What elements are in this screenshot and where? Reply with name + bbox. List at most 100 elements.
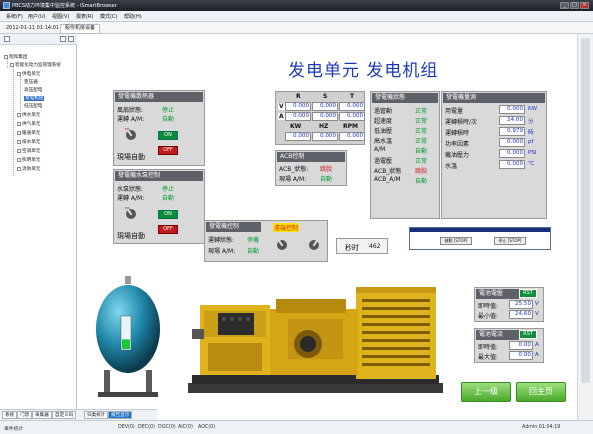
- radiator-header: 發電機散熱器: [115, 92, 203, 102]
- pump-off-button[interactable]: OFF: [158, 225, 178, 234]
- rotary-switch-icon[interactable]: MS: [124, 127, 138, 141]
- page-title: 发电单元 发电机组: [288, 61, 439, 81]
- tree-item[interactable]: 消防单元: [17, 166, 40, 172]
- status-value: 正常: [415, 128, 428, 135]
- tab-stats[interactable]: 归类统计: [84, 411, 109, 419]
- status-label: 過電壓: [374, 158, 393, 165]
- status-label: 高水溫: [374, 138, 393, 145]
- tree-item[interactable]: 暖通单元: [17, 130, 40, 136]
- pump-on-button[interactable]: ON: [158, 210, 178, 219]
- tree-search-icon[interactable]: [4, 36, 10, 42]
- generator-control-header: 發電機控制: [206, 222, 261, 232]
- tree-item[interactable]: 空调单元: [17, 148, 40, 154]
- rotary-switch-icon[interactable]: [275, 237, 289, 251]
- window-title: PBCS动力环境集中监控系统 - iSmartBrowser: [12, 3, 117, 9]
- menu-view[interactable]: 视图(V): [52, 13, 69, 20]
- meter-row-v: V: [278, 103, 285, 110]
- tree-item[interactable]: 昭和集团: [4, 54, 27, 60]
- menu-help[interactable]: 帮助(H): [124, 13, 142, 20]
- status-code: AOC(0): [198, 425, 216, 430]
- meter-value: 0.000: [339, 102, 365, 111]
- vertical-scrollbar[interactable]: [577, 34, 593, 420]
- scrollbar-thumb[interactable]: [581, 38, 590, 383]
- voltage-min-value: 24.60: [509, 310, 533, 319]
- start-button[interactable]: 啟動 [STOP]: [440, 237, 472, 245]
- current-now-value: 0.00: [509, 341, 533, 350]
- pump-site-label: 現場自動: [117, 232, 145, 240]
- tree-item[interactable]: 低压配电: [24, 103, 42, 109]
- measure-unit: PSI: [528, 150, 537, 156]
- fan-status-value: 停止: [162, 107, 175, 114]
- battery-voltage-reset-button[interactable]: RST: [519, 289, 537, 298]
- tree-item[interactable]: 供气单元: [17, 121, 40, 127]
- measure-value: 0.000: [499, 138, 525, 147]
- status-label: ACB_狀態: [374, 168, 402, 175]
- menu-report[interactable]: 报表(R): [76, 13, 93, 20]
- tab-report[interactable]: 报告显示: [108, 411, 133, 419]
- generator-status-panel: 發電機狀態 過管動 正常 超速度 正常 低油壓 正常 高水溫 正常 A/M 自動…: [370, 91, 440, 219]
- control-dialog: 啟動 [STOP] 停止 [STOP]: [409, 227, 551, 250]
- maximize-button[interactable]: □: [570, 2, 579, 9]
- current-now-label: 即時值:: [478, 344, 499, 351]
- gen-site-label: 現場 A/M:: [208, 248, 236, 255]
- pump-mode-value: 自動: [162, 195, 175, 202]
- tree-toolbar: [0, 34, 77, 45]
- tab-custom[interactable]: 自定义码: [52, 411, 77, 419]
- meter-value: 0.000: [285, 102, 311, 111]
- acb-site-value: 自動: [320, 176, 333, 183]
- radiator-mode-label: 運轉 A/M:: [117, 116, 145, 123]
- stop-button[interactable]: 停止 [STOP]: [494, 237, 526, 245]
- tab-system[interactable]: 系统: [2, 411, 18, 419]
- meter-value: 0.000: [312, 102, 338, 111]
- measure-label: 水溫: [445, 163, 458, 170]
- tab-door[interactable]: 门禁: [17, 411, 33, 419]
- tab-device-room[interactable]: 股份机房设备: [60, 24, 101, 34]
- voltage-current-value: 25.50: [509, 300, 533, 309]
- radiator-off-button[interactable]: OFF: [158, 146, 178, 155]
- tree-refresh-icon[interactable]: [68, 36, 74, 42]
- voltage-unit: V: [535, 301, 539, 307]
- dialog-titlebar: [410, 228, 550, 232]
- measure-value: 0.000: [499, 160, 525, 169]
- tree-item[interactable]: 供电单元: [17, 71, 40, 77]
- water-pump-header: 發電機水泵控制: [115, 171, 203, 181]
- tree-item[interactable]: 排水单元: [17, 139, 40, 145]
- home-button[interactable]: 回主页: [516, 382, 566, 402]
- status-code: DEV(0): [118, 425, 135, 430]
- tab-collector[interactable]: 采集器: [32, 411, 52, 419]
- menu-system[interactable]: 系统(F): [6, 13, 23, 20]
- battery-current-reset-button[interactable]: RST: [519, 330, 537, 339]
- meter-row-a: A: [278, 113, 285, 120]
- measure-label: 功率因素: [445, 141, 470, 148]
- tree-item[interactable]: 高压配电: [24, 87, 42, 93]
- voltage-unit: V: [535, 311, 539, 317]
- status-value: 正常: [415, 158, 428, 165]
- minimize-button[interactable]: _: [560, 2, 569, 9]
- status-value: 正常: [415, 138, 428, 145]
- tree-item[interactable]: 供水单元: [17, 112, 40, 118]
- measure-value: 0.979: [499, 127, 525, 136]
- meter-value: 0.000: [312, 112, 338, 121]
- runtime-value: 462: [369, 243, 381, 250]
- generator-measure-header: 發電機量測: [443, 93, 545, 103]
- user-clock: Admin 01:04:19: [522, 425, 561, 430]
- run-status-value: 停機: [247, 237, 260, 244]
- measure-label: 機油壓力: [445, 152, 470, 159]
- status-label: 超速度: [374, 118, 393, 125]
- status-code: DOC(0): [158, 425, 176, 430]
- remote-control-label[interactable]: 遠端控制: [273, 223, 300, 232]
- rotary-switch-icon[interactable]: MS: [124, 206, 138, 220]
- tree-collapse-icon[interactable]: [60, 36, 66, 42]
- tree-item[interactable]: 变压器: [24, 79, 38, 85]
- tree-item-selected[interactable]: 发电机组: [24, 95, 45, 101]
- close-button[interactable]: ×: [580, 2, 589, 9]
- back-button[interactable]: 上一级: [461, 382, 511, 402]
- rotary-switch-icon[interactable]: [307, 237, 321, 251]
- menu-user[interactable]: 用户(U): [28, 13, 46, 20]
- tree-item[interactable]: 智能化动力监管理系统: [10, 62, 61, 68]
- tree-item[interactable]: 照明单元: [17, 157, 40, 163]
- status-label: A/M: [374, 146, 386, 153]
- radiator-on-button[interactable]: ON: [158, 131, 178, 140]
- menu-mode[interactable]: 模式(C): [100, 13, 117, 20]
- datetime: 2012-01-11 01:14:01: [6, 25, 60, 31]
